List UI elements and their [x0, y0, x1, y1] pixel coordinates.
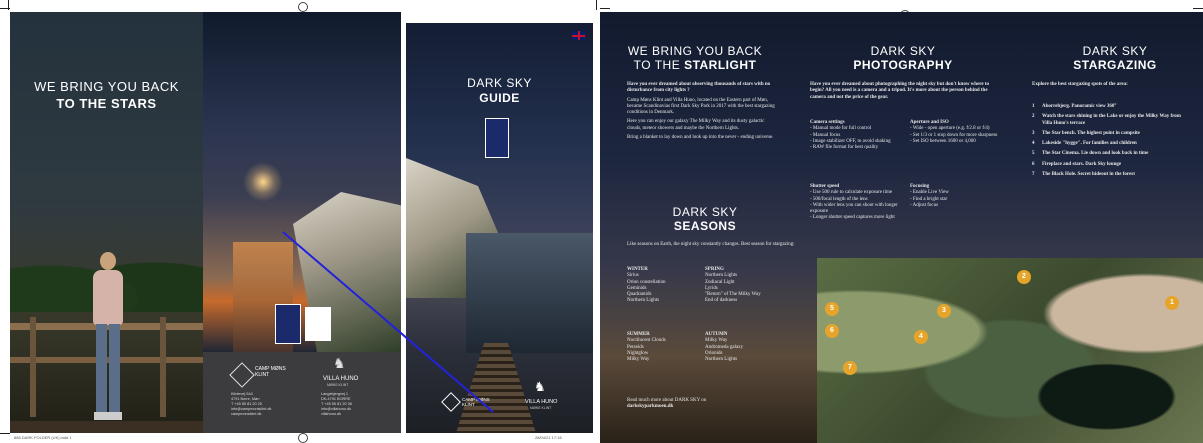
list-item: 6 Fireplace and stars. Dark Sky lounge	[1032, 161, 1122, 167]
summer-list: SUMMER Noctilucent Clouds Perseids Nightgl…	[627, 332, 666, 363]
photography-title-line2: PHOTOGRAPHY	[853, 58, 953, 72]
focusing: Focusing - Enable Live View - Find a bri…	[910, 184, 949, 208]
stargazing-spots: 1 Aborrebjerg. Panoramic view 360° 2 Watch…	[1032, 104, 1192, 182]
list-item: 3 The Star bench. The highest point in ca…	[1032, 130, 1140, 136]
stargazing-title-line2: STARGAZING	[1073, 58, 1157, 72]
starlight-lead: Have you ever dreamed about observing th…	[627, 82, 771, 94]
seasons-title-line2: SEASONS	[673, 219, 737, 233]
map-marker[interactable]: 7	[843, 361, 857, 375]
autumn-list: AUTUMN Milky Way Andromeda galaxy Orionids…	[705, 332, 744, 363]
stargazing-title-line1: DARK SKY	[1082, 44, 1148, 58]
list-item: 2 Watch the stars shining in the Lake or …	[1032, 114, 1181, 126]
list-item: 1 Aborrebjerg. Panoramic view 360°	[1032, 104, 1117, 109]
starlight-title-line1: WE BRING YOU BACK	[627, 44, 763, 58]
map-marker[interactable]: 4	[914, 330, 928, 344]
seasons-title-line1: DARK SKY	[672, 205, 738, 219]
website-link[interactable]: darkskyparkmoen.dk	[627, 404, 787, 410]
stargazing-intro: Explore the best stargazing spots of the…	[1032, 82, 1128, 87]
starlight-p3: Bring a blanket to lay down and look up …	[627, 135, 774, 141]
photography-lead: Have you ever dreamed about photographin…	[810, 82, 990, 100]
list-item: 4 Lakeside "hygge". For families and chil…	[1032, 141, 1137, 147]
photography-title-line1: DARK SKY	[870, 44, 936, 58]
spring-list: SPRING Northern Lights Zodiacal Light Lyri…	[705, 267, 761, 304]
aperture-iso: Aperture and ISO - Wide - open aperture …	[910, 120, 998, 144]
footer-right: 28/04/21 17:16	[535, 435, 562, 440]
map-marker[interactable]: 2	[1017, 270, 1031, 284]
map-marker[interactable]: 1	[1165, 296, 1179, 310]
map-marker[interactable]: 5	[825, 302, 839, 316]
list-item: 5 The Star Cinema. Lie down and look back…	[1032, 151, 1149, 157]
footer-left: 886 DARK FOLDER (UK).indd 1	[14, 435, 72, 440]
starlight-title-line2: TO THE STARLIGHT	[633, 58, 757, 72]
starlight-p2: Here you can enjoy our galaxy The Milky …	[627, 119, 765, 131]
map-marker[interactable]: 6	[825, 324, 839, 338]
starlight-p1: Camp Møns Klint and Villa Huno, located …	[627, 97, 775, 116]
shutter-speed: Shutter speed - Use 500 rule to calculat…	[810, 184, 898, 221]
aerial-map: 2 1 3 5 6 4 7	[817, 258, 1203, 443]
winter-list: WINTER Sirius Orion constellation Geminids…	[627, 267, 666, 304]
read-more: Read much more about DARK SKY on darksky…	[627, 398, 787, 411]
camera-settings: Camera settings - Manual mode for full c…	[810, 120, 891, 151]
inner-spread: WE BRING YOU BACK TO THE STARLIGHT Have …	[600, 12, 1203, 443]
seasons-intro: Like seasons on Earth, the night sky con…	[627, 242, 795, 247]
list-item: 7 The Black Hole. Secret hideout in the f…	[1032, 172, 1135, 178]
map-marker[interactable]: 3	[937, 304, 951, 318]
